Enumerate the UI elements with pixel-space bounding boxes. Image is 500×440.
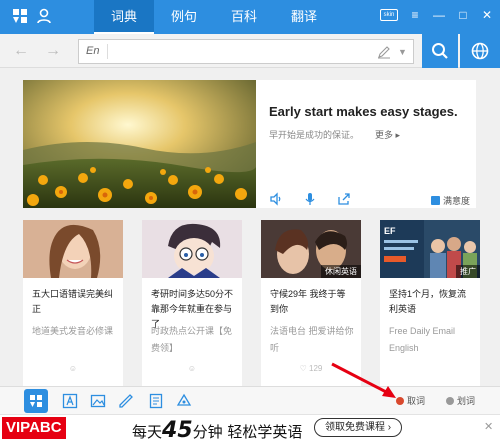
daily-sentence-english: Early start makes easy stages. [269,104,458,119]
menu-icon[interactable]: ≡ [408,8,422,22]
bottom-toolbar: 取词 划词 [0,386,500,414]
capture-word-label: 取词 [407,396,426,406]
capture-word-toggle[interactable]: 取词 [396,394,425,407]
speaker-icon[interactable] [269,192,283,206]
search-box: En ▼ [78,39,414,64]
forward-arrow-icon[interactable]: → [44,42,62,60]
image-translate-icon[interactable] [90,393,106,409]
course-card[interactable]: 考研时间多达50分不靠那今年就重在参与了 时政热点公开课【免费领】 ☺ [142,220,242,386]
course-card[interactable]: 五大口语错误完美纠正 地道美式发音必修课 ☺ [23,220,123,386]
card-description: 地道美式发音必修课 [32,326,114,336]
course-card[interactable]: EF 推广 坚持1个月，恢复流利英语 Free Daily Email Engl… [380,220,480,386]
card-description: Free Daily Email English [389,326,456,353]
checkbox-icon[interactable] [431,196,440,205]
card-title: 守候29年 我终于等到你 [270,289,346,314]
ad-suffix: 分钟 轻松学英语 [192,423,303,440]
hero-image [23,80,256,208]
minimize-icon[interactable]: — [432,8,446,22]
status-dot-icon [396,396,404,405]
card-category-tag: 休闲英语 [321,265,361,278]
card-title: 坚持1个月，恢复流利英语 [389,289,467,314]
tab-dictionary[interactable]: 词典 [94,0,154,34]
course-card[interactable]: 休闲英语 守候29年 我终于等到你 法语电台 把爱讲给你听 ♡ 129 [261,220,361,386]
language-selector[interactable]: En [86,44,109,59]
recommendation-cards: 五大口语错误完美纠正 地道美式发音必修课 ☺ 考研时间多达50分不靠那今年就重在… [23,220,480,386]
more-link[interactable]: 更多 ▸ [375,128,400,141]
card-title: 五大口语错误完美纠正 [32,289,114,314]
handwriting-icon[interactable] [377,45,391,59]
card-description: 法语电台 把爱讲给你听 [270,326,354,353]
wordbook-icon[interactable] [148,393,164,409]
select-word-toggle[interactable]: 划词 [446,394,475,407]
close-icon[interactable]: ✕ [480,8,494,22]
tab-translate[interactable]: 翻译 [274,0,334,34]
search-input[interactable] [119,43,369,61]
satisfaction-toggle[interactable]: 满意度 [431,194,470,207]
microphone-icon[interactable] [303,192,317,206]
tab-encyclopedia[interactable]: 百科 [214,0,274,34]
daily-sentence-card[interactable]: Early start makes easy stages. 早开始是成功的保证… [23,80,476,208]
card-footer: ☺ [68,364,78,373]
ad-brand-logo: VIPABC [2,417,66,439]
select-word-label: 划词 [457,396,476,406]
chevron-down-icon[interactable]: ▼ [398,45,408,59]
text-translate-icon[interactable] [62,393,78,409]
window-controls: skin ≡ — □ ✕ [380,8,494,22]
ad-number: 45 [162,418,193,440]
status-dot-icon [446,396,454,405]
user-icon[interactable] [36,8,52,24]
main-tabs: 词典 例句 百科 翻译 [94,0,334,34]
close-icon[interactable]: ✕ [484,420,493,433]
globe-icon [471,42,489,60]
ad-headline: 每天45分钟 轻松学英语 [132,418,302,440]
card-footer: ☺ [187,364,197,373]
sentence-actions [269,192,351,206]
card-category-tag: 推广 [456,265,480,278]
card-footer: ♡ 129 [299,364,323,373]
share-icon[interactable] [337,192,351,206]
svg-text:EF: EF [384,226,396,236]
card-image [23,220,123,278]
app-logo-icon [30,395,42,407]
dictionary-home-button[interactable] [24,389,48,413]
search-button[interactable] [422,34,458,68]
note-icon[interactable] [118,393,134,409]
search-icon [432,43,448,59]
daily-sentence-chinese: 早开始是成功的保证。 [269,130,360,140]
learning-icon[interactable] [176,393,192,409]
card-image: 休闲英语 [261,220,361,278]
top-bar: 词典 例句 百科 翻译 skin ≡ — □ ✕ [0,0,500,34]
ad-cta-button[interactable]: 领取免费课程 › [314,418,403,437]
advertisement-bar[interactable]: VIPABC 每天45分钟 轻松学英语 领取免费课程 › ✕ [0,414,500,440]
content-area: Early start makes easy stages. 早开始是成功的保证… [0,68,500,386]
card-description: 时政热点公开课【免费领】 [151,326,233,353]
card-image: EF 推广 [380,220,480,278]
card-image [142,220,242,278]
ad-prefix: 每天 [132,423,163,440]
skin-button[interactable]: skin [380,9,398,21]
globe-search-button[interactable] [460,34,500,68]
back-arrow-icon[interactable]: ← [12,42,30,60]
maximize-icon[interactable]: □ [456,8,470,22]
tab-examples[interactable]: 例句 [154,0,214,34]
satisfaction-label: 满意度 [443,196,471,206]
search-row: ← → En ▼ [0,34,500,68]
app-logo-icon[interactable] [10,6,30,26]
